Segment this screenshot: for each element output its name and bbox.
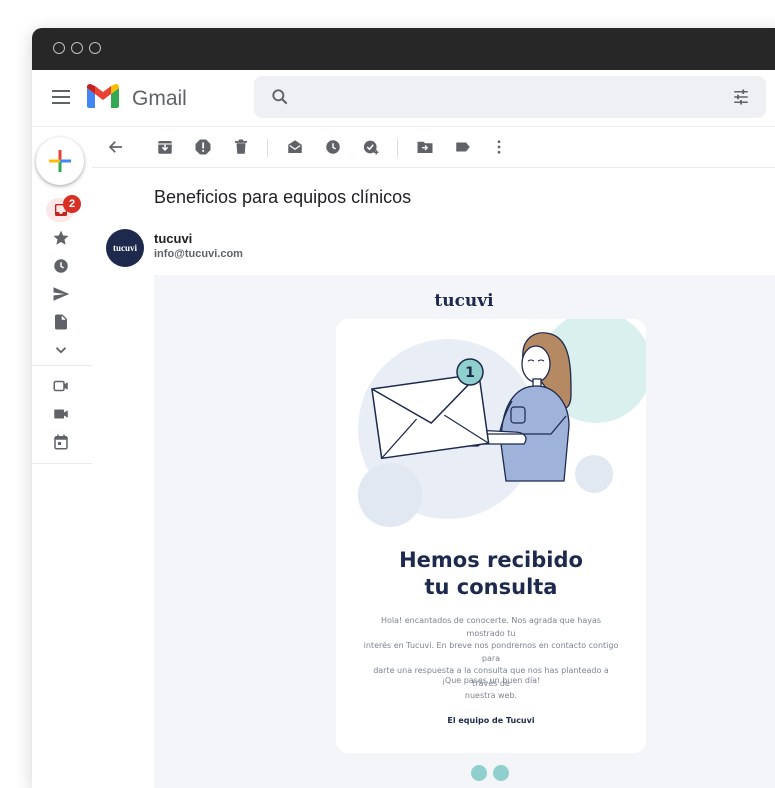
- window-maximize-button[interactable]: [89, 42, 101, 54]
- clock-icon[interactable]: [52, 257, 70, 275]
- sidebar-divider: [32, 365, 92, 366]
- window-close-button[interactable]: [53, 42, 65, 54]
- closing-wish: ¡Que pases un buen día!: [441, 676, 541, 685]
- send-icon[interactable]: [52, 285, 70, 303]
- snooze-icon[interactable]: [324, 138, 342, 156]
- window-titlebar: [32, 28, 775, 70]
- sender-email: info@tucuvi.com: [154, 248, 243, 260]
- email-subject: Beneficios para equipos clínicos: [154, 187, 412, 207]
- gmail-logo-icon[interactable]: [87, 84, 119, 108]
- toolbar-separator-2: [397, 139, 398, 157]
- window-minimize-button[interactable]: [71, 42, 83, 54]
- message-toolbar: [92, 126, 775, 168]
- paragraph-line: Hola! encantados de conocerte. Nos agrad…: [380, 616, 602, 638]
- social-linkedin-icon[interactable]: [493, 765, 509, 781]
- email-body: tucuvi 1 Hemos recibido tu consulta Hola…: [154, 275, 775, 788]
- headline-line-2: tu consulta: [424, 575, 558, 599]
- email-card: 1 Hemos recibido tu consulta Hola! encan…: [336, 319, 646, 753]
- paragraph-line: interés en Tucuvi. En breve nos pondremo…: [363, 641, 619, 663]
- browser-window: Gmail 2 Beneficios para equipos clínicos…: [32, 28, 775, 788]
- toolbar-separator: [267, 139, 268, 157]
- gmail-logo-text: Gmail: [132, 87, 187, 110]
- label-icon[interactable]: [454, 138, 472, 156]
- search-icon[interactable]: [270, 87, 290, 107]
- video-icon[interactable]: [52, 405, 70, 423]
- main-menu-icon[interactable]: [52, 90, 70, 104]
- search-input[interactable]: [306, 76, 710, 120]
- search-options-icon[interactable]: [732, 88, 750, 106]
- video-outline-icon[interactable]: [52, 377, 70, 395]
- delete-icon[interactable]: [232, 138, 250, 156]
- report-spam-icon[interactable]: [194, 138, 212, 156]
- more-vert-icon[interactable]: [490, 138, 508, 156]
- sidebar: 2: [32, 126, 92, 788]
- sender-avatar[interactable]: tucuvi: [106, 229, 144, 267]
- sender-name[interactable]: tucuvi: [154, 231, 192, 246]
- social-twitter-icon[interactable]: [471, 765, 487, 781]
- back-arrow-icon[interactable]: [107, 138, 125, 156]
- move-to-icon[interactable]: [416, 138, 434, 156]
- calendar-icon[interactable]: [52, 433, 70, 451]
- chevron-down-icon[interactable]: [52, 341, 70, 359]
- brand-wordmark: tucuvi: [434, 291, 494, 311]
- archive-icon[interactable]: [156, 138, 174, 156]
- nurse-envelope-illustration: 1: [358, 319, 646, 527]
- headline-line-1: Hemos recibido: [399, 548, 583, 572]
- body-paragraph: Hola! encantados de conocerte. Nos agrad…: [361, 615, 621, 703]
- headline: Hemos recibido tu consulta: [336, 547, 646, 601]
- paragraph-line: nuestra web.: [464, 691, 518, 700]
- gmail-header: Gmail: [32, 70, 775, 126]
- signature: El equipo de Tucuvi: [447, 716, 535, 725]
- add-task-icon[interactable]: [362, 138, 380, 156]
- compose-plus-icon: [49, 150, 71, 172]
- sidebar-divider-bottom: [32, 463, 92, 464]
- inbox-unread-badge: 2: [63, 195, 81, 213]
- notification-count: 1: [465, 365, 475, 381]
- star-icon[interactable]: [52, 229, 70, 247]
- mark-unread-icon[interactable]: [286, 138, 304, 156]
- draft-icon[interactable]: [52, 313, 70, 331]
- compose-button[interactable]: [36, 137, 84, 185]
- search-bar[interactable]: [254, 76, 766, 120]
